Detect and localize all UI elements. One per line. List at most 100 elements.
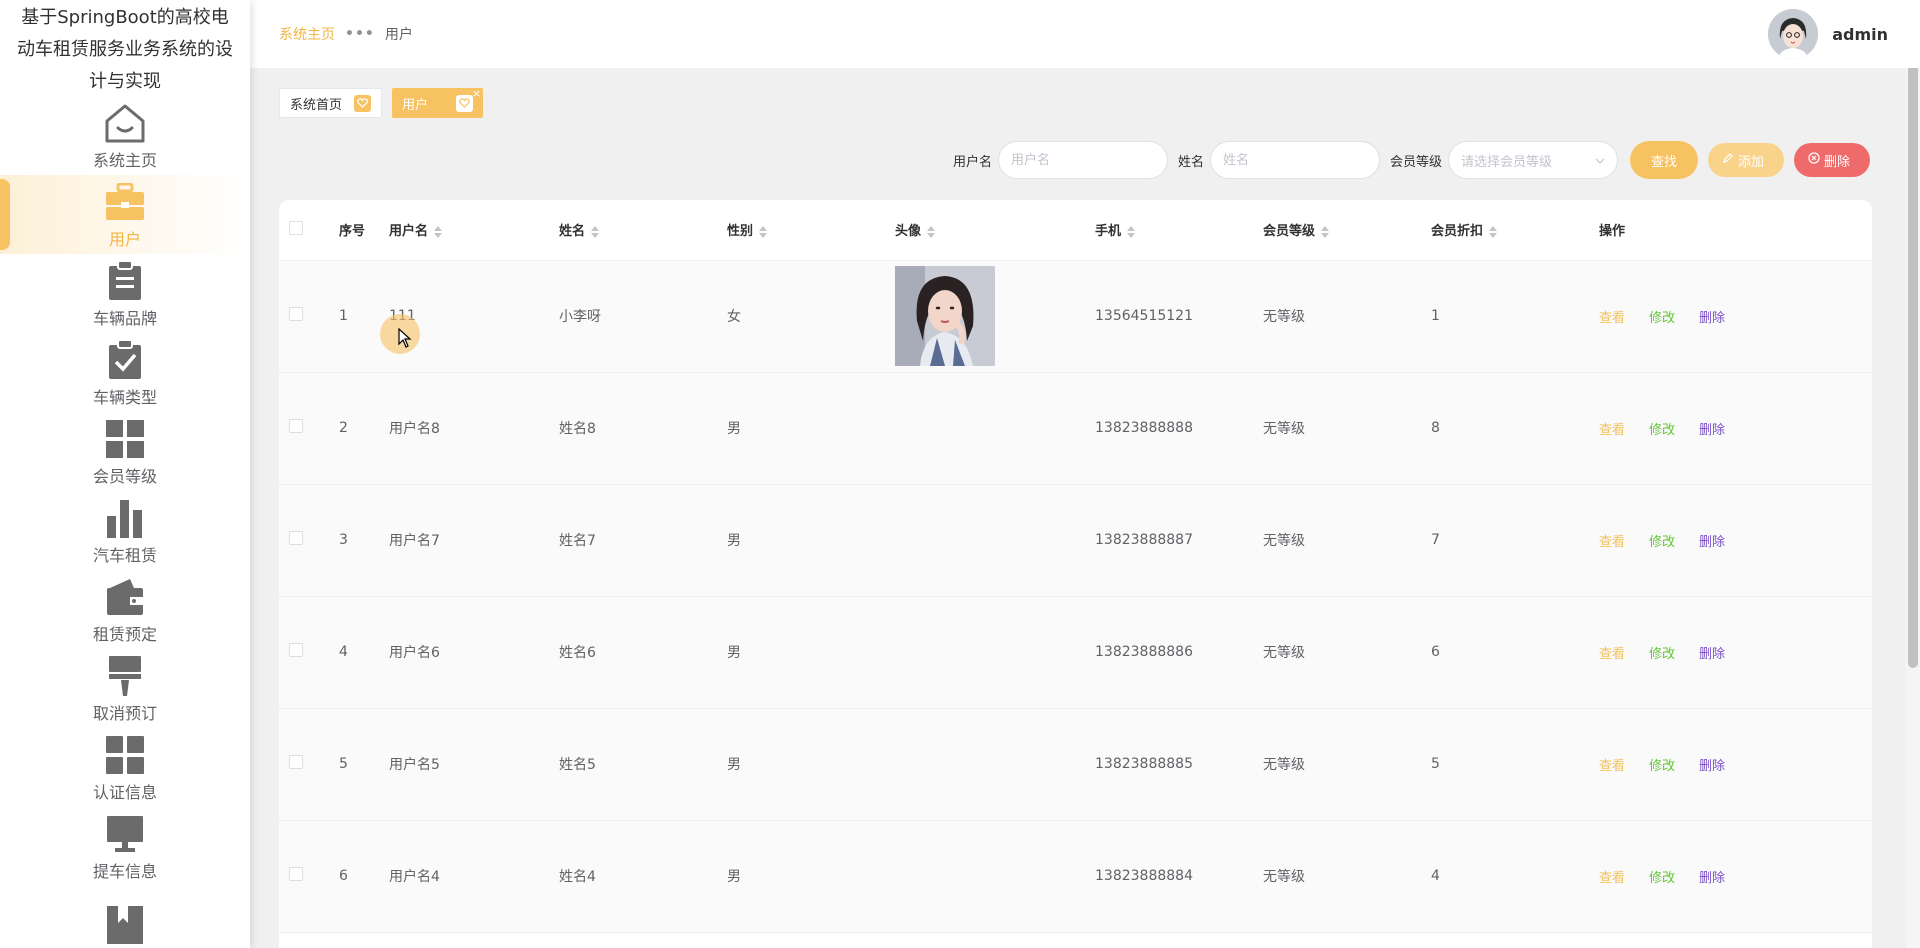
table-row[interactable]: 4 用户名6 姓名6 男 13823888886 无等级 6 查看 修改 删除 bbox=[279, 596, 1872, 709]
sort-icon[interactable] bbox=[591, 225, 600, 238]
delete-link[interactable]: 删除 bbox=[1699, 647, 1725, 662]
row-checkbox[interactable] bbox=[289, 867, 303, 881]
edit-link[interactable]: 修改 bbox=[1649, 535, 1675, 550]
col-label: 姓名 bbox=[559, 224, 586, 240]
cell-discount: 5 bbox=[1421, 708, 1589, 821]
col-phone[interactable]: 手机 bbox=[1085, 200, 1253, 261]
heart-icon bbox=[354, 94, 372, 112]
delete-link[interactable]: 删除 bbox=[1699, 423, 1725, 438]
find-button[interactable]: 查找 bbox=[1630, 141, 1698, 179]
chevron-down-icon bbox=[1595, 153, 1605, 168]
cell-member-level: 无等级 bbox=[1253, 484, 1421, 597]
sort-icon[interactable] bbox=[1321, 225, 1330, 238]
col-discount[interactable]: 会员折扣 bbox=[1421, 200, 1589, 261]
cell-name: 姓名5 bbox=[549, 708, 717, 821]
cell-index: 4 bbox=[329, 596, 379, 709]
sort-icon[interactable] bbox=[434, 225, 443, 238]
cell-discount: 7 bbox=[1421, 484, 1589, 597]
view-link[interactable]: 查看 bbox=[1599, 423, 1625, 438]
view-link[interactable]: 查看 bbox=[1599, 535, 1625, 550]
sidebar-item-vehicle-type[interactable]: 车辆类型 bbox=[0, 333, 250, 412]
sidebar-item-label: 系统主页 bbox=[92, 150, 157, 170]
scrollbar-thumb[interactable] bbox=[1908, 0, 1918, 668]
tag-users[interactable]: 用户 × bbox=[392, 87, 484, 118]
edit-link[interactable]: 修改 bbox=[1649, 647, 1675, 662]
sidebar-item-pickup-info[interactable]: 提车信息 bbox=[0, 807, 250, 886]
sidebar-item-vehicle-brand[interactable]: 车辆品牌 bbox=[0, 254, 250, 333]
view-link[interactable]: 查看 bbox=[1599, 759, 1625, 774]
col-label: 性别 bbox=[727, 224, 754, 240]
close-icon[interactable]: × bbox=[472, 87, 481, 100]
sidebar-item-home[interactable]: 系统主页 bbox=[0, 96, 250, 175]
delete-link[interactable]: 删除 bbox=[1699, 759, 1725, 774]
sort-icon[interactable] bbox=[759, 225, 768, 238]
user-photo[interactable] bbox=[895, 266, 995, 366]
view-link[interactable]: 查看 bbox=[1599, 311, 1625, 326]
username-search-input[interactable] bbox=[997, 141, 1168, 179]
sidebar-item-member-level[interactable]: 会员等级 bbox=[0, 412, 250, 491]
edit-link[interactable]: 修改 bbox=[1649, 423, 1675, 438]
vertical-scrollbar[interactable] bbox=[1906, 0, 1920, 948]
cell-actions: 查看 修改 删除 bbox=[1589, 484, 1872, 597]
col-label: 用户名 bbox=[389, 224, 429, 240]
sort-icon[interactable] bbox=[1489, 225, 1498, 238]
cell-index: 6 bbox=[329, 820, 379, 933]
cell-username: 用户名4 bbox=[379, 820, 549, 933]
level-label: 会员等级 bbox=[1389, 154, 1442, 170]
username[interactable]: admin bbox=[1832, 25, 1888, 44]
table-row[interactable]: 3 用户名7 姓名7 男 13823888887 无等级 7 查看 修改 删除 bbox=[279, 484, 1872, 597]
delete-button[interactable]: 删除 bbox=[1794, 143, 1870, 177]
add-button[interactable]: 添加 bbox=[1708, 143, 1784, 177]
table-row[interactable]: 1111小李呀女13564515121无等级1查看修改删除 bbox=[279, 260, 1872, 373]
cell-gender: 男 bbox=[717, 484, 885, 597]
edit-link[interactable]: 修改 bbox=[1649, 759, 1675, 774]
col-member-level[interactable]: 会员等级 bbox=[1253, 200, 1421, 261]
table-row[interactable]: 2 用户名8 姓名8 男 13823888888 无等级 8 查看 修改 删除 bbox=[279, 372, 1872, 485]
sidebar-item-certification[interactable]: 认证信息 bbox=[0, 728, 250, 807]
row-checkbox[interactable] bbox=[289, 643, 303, 657]
delete-link[interactable]: 删除 bbox=[1699, 871, 1725, 886]
wallet-icon bbox=[102, 575, 148, 619]
col-name[interactable]: 姓名 bbox=[549, 200, 717, 261]
sidebar-item-users[interactable]: 用户 bbox=[0, 175, 250, 254]
cell-gender: 男 bbox=[717, 372, 885, 485]
view-link[interactable]: 查看 bbox=[1599, 647, 1625, 662]
sort-icon[interactable] bbox=[927, 225, 936, 238]
avatar[interactable] bbox=[1768, 9, 1819, 59]
row-select-cell bbox=[279, 372, 329, 485]
edit-link[interactable]: 修改 bbox=[1649, 311, 1675, 326]
row-checkbox[interactable] bbox=[289, 307, 303, 321]
user-menu[interactable]: admin bbox=[1768, 9, 1888, 59]
brush-icon bbox=[102, 654, 148, 698]
delete-link[interactable]: 删除 bbox=[1699, 311, 1725, 326]
add-button-label: 添加 bbox=[1738, 154, 1765, 170]
view-link[interactable]: 查看 bbox=[1599, 871, 1625, 886]
level-select[interactable]: 请选择会员等级 bbox=[1448, 141, 1618, 179]
sidebar-item-rental-booking[interactable]: 租赁预定 bbox=[0, 570, 250, 649]
cell-username: 用户名5 bbox=[379, 708, 549, 821]
cell-member-level: 无等级 bbox=[1253, 260, 1421, 373]
row-checkbox[interactable] bbox=[289, 755, 303, 769]
sidebar-item-label: 租赁预定 bbox=[92, 624, 157, 644]
col-gender[interactable]: 性别 bbox=[717, 200, 885, 261]
col-actions: 操作 bbox=[1589, 200, 1872, 261]
cell-discount: 1 bbox=[1421, 260, 1589, 373]
table-row[interactable]: 6 用户名4 姓名4 男 13823888884 无等级 4 查看 修改 删除 bbox=[279, 820, 1872, 933]
row-select-cell bbox=[279, 484, 329, 597]
col-username[interactable]: 用户名 bbox=[379, 200, 549, 261]
edit-link[interactable]: 修改 bbox=[1649, 871, 1675, 886]
name-search-input[interactable] bbox=[1209, 141, 1380, 179]
tag-home[interactable]: 系统首页 bbox=[279, 88, 383, 118]
delete-link[interactable]: 删除 bbox=[1699, 535, 1725, 550]
sort-icon[interactable] bbox=[1127, 225, 1136, 238]
col-avatar[interactable]: 头像 bbox=[885, 200, 1085, 261]
breadcrumb-home[interactable]: 系统主页 bbox=[279, 24, 335, 44]
row-checkbox[interactable] bbox=[289, 531, 303, 545]
row-checkbox[interactable] bbox=[289, 419, 303, 433]
sidebar-item-more[interactable] bbox=[0, 886, 250, 948]
row-select-cell bbox=[279, 820, 329, 933]
select-all-checkbox[interactable] bbox=[289, 220, 303, 235]
table-row[interactable]: 5 用户名5 姓名5 男 13823888885 无等级 5 查看 修改 删除 bbox=[279, 708, 1872, 821]
sidebar-item-cancel-booking[interactable]: 取消预订 bbox=[0, 649, 250, 728]
sidebar-item-car-rental[interactable]: 汽车租赁 bbox=[0, 491, 250, 570]
